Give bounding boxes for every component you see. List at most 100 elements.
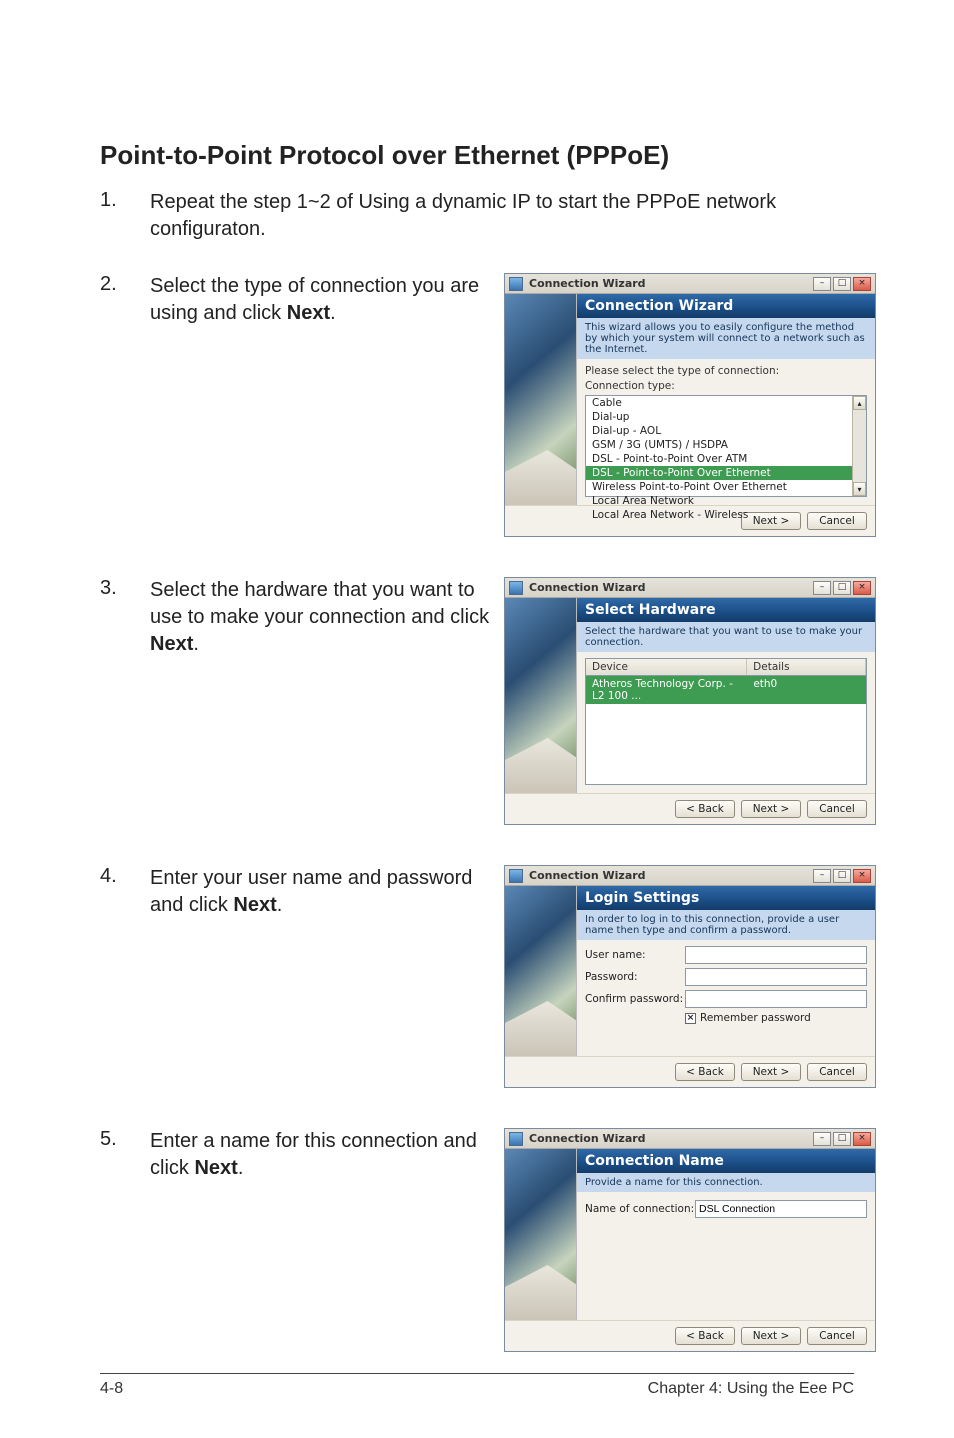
minimize-button[interactable]: – (813, 869, 831, 883)
connection-type-listbox[interactable]: Cable Dial-up Dial-up - AOL GSM / 3G (UM… (585, 395, 867, 497)
col-details: Details (747, 659, 866, 675)
step-number-1: 1. (100, 189, 150, 212)
step-text-3b: . (193, 633, 199, 655)
chapter-title: Chapter 4: Using the Eee PC (648, 1380, 854, 1398)
step-text-5: Enter a name for this connection and cli… (150, 1128, 490, 1182)
cancel-button[interactable]: Cancel (807, 800, 867, 818)
section-subtext: Provide a name for this connection. (577, 1173, 875, 1192)
step-text-3: Select the hardware that you want to use… (150, 577, 490, 658)
remember-password-label: Remember password (700, 1012, 811, 1024)
page-number: 4-8 (100, 1380, 123, 1398)
step-text-4a: Enter your user name and password and cl… (150, 867, 472, 916)
back-button[interactable]: < Back (675, 1327, 735, 1345)
titlebar: Connection Wizard – □ × (505, 1129, 875, 1149)
step-text-3-bold: Next (150, 633, 193, 655)
wizard-side-image (505, 294, 577, 505)
step-text-1: Repeat the step 1~2 of Using a dynamic I… (150, 189, 854, 243)
step-number-2: 2. (100, 273, 150, 296)
maximize-button[interactable]: □ (833, 581, 851, 595)
app-icon (509, 1132, 523, 1146)
connection-wizard-dialog-name: Connection Wizard – □ × Connection Name … (504, 1128, 876, 1352)
col-device: Device (586, 659, 747, 675)
step-text-3a: Select the hardware that you want to use… (150, 579, 489, 628)
next-button[interactable]: Next > (741, 800, 801, 818)
step-text-2: Select the type of connection you are us… (150, 273, 490, 327)
step-number-3: 3. (100, 577, 150, 600)
maximize-button[interactable]: □ (833, 1132, 851, 1146)
table-row[interactable]: Atheros Technology Corp. - L2 100 ... et… (586, 676, 866, 704)
confirm-password-label: Confirm password: (585, 993, 685, 1005)
confirm-password-input[interactable] (685, 990, 867, 1008)
window-title: Connection Wizard (529, 869, 813, 882)
connection-name-input[interactable] (695, 1200, 867, 1218)
list-item[interactable]: Dial-up (586, 410, 866, 424)
step-text-5b: . (238, 1157, 244, 1179)
prompt-label: Please select the type of connection: (585, 365, 867, 377)
type-label: Connection type: (585, 380, 867, 392)
step-text-5-bold: Next (194, 1157, 237, 1179)
section-subtext: In order to log in to this connection, p… (577, 910, 875, 940)
hardware-table-header: Device Details (585, 658, 867, 675)
window-title: Connection Wizard (529, 277, 813, 290)
step-text-4: Enter your user name and password and cl… (150, 865, 490, 919)
list-item[interactable]: Wireless Point-to-Point Over Ethernet (586, 480, 866, 494)
section-subtext: Select the hardware that you want to use… (577, 622, 875, 652)
maximize-button[interactable]: □ (833, 277, 851, 291)
scrollbar[interactable]: ▴ ▾ (852, 396, 866, 496)
step-number-4: 4. (100, 865, 150, 888)
close-button[interactable]: × (853, 869, 871, 883)
list-item[interactable]: Cable (586, 396, 866, 410)
step-text-2b: . (330, 302, 336, 324)
list-item[interactable]: GSM / 3G (UMTS) / HSDPA (586, 438, 866, 452)
step-number-5: 5. (100, 1128, 150, 1151)
window-title: Connection Wizard (529, 1132, 813, 1145)
remember-password-checkbox[interactable]: × (685, 1013, 696, 1024)
connection-wizard-dialog-hardware: Connection Wizard – □ × Select Hardware … (504, 577, 876, 825)
next-button[interactable]: Next > (741, 1327, 801, 1345)
cell-device: Atheros Technology Corp. - L2 100 ... (586, 676, 747, 704)
cell-details: eth0 (747, 676, 866, 704)
titlebar: Connection Wizard – □ × (505, 274, 875, 294)
minimize-button[interactable]: – (813, 581, 831, 595)
step-text-4-bold: Next (233, 894, 276, 916)
next-button[interactable]: Next > (741, 1063, 801, 1081)
close-button[interactable]: × (853, 1132, 871, 1146)
cancel-button[interactable]: Cancel (807, 1063, 867, 1081)
section-header: Select Hardware (577, 598, 875, 622)
close-button[interactable]: × (853, 581, 871, 595)
wizard-side-image (505, 1149, 577, 1320)
password-label: Password: (585, 971, 685, 983)
password-input[interactable] (685, 968, 867, 986)
username-label: User name: (585, 949, 685, 961)
section-header: Connection Name (577, 1149, 875, 1173)
app-icon (509, 581, 523, 595)
back-button[interactable]: < Back (675, 800, 735, 818)
list-item[interactable]: DSL - Point-to-Point Over ATM (586, 452, 866, 466)
close-button[interactable]: × (853, 277, 871, 291)
connection-wizard-dialog-login: Connection Wizard – □ × Login Settings I… (504, 865, 876, 1088)
step-text-4b: . (277, 894, 283, 916)
connection-name-label: Name of connection: (585, 1203, 695, 1215)
page-heading: Point-to-Point Protocol over Ethernet (P… (100, 140, 854, 171)
maximize-button[interactable]: □ (833, 869, 851, 883)
minimize-button[interactable]: – (813, 1132, 831, 1146)
app-icon (509, 869, 523, 883)
scroll-up-icon[interactable]: ▴ (853, 396, 866, 410)
list-item-selected[interactable]: DSL - Point-to-Point Over Ethernet (586, 466, 866, 480)
hardware-table[interactable]: Atheros Technology Corp. - L2 100 ... et… (585, 675, 867, 785)
section-header: Login Settings (577, 886, 875, 910)
cancel-button[interactable]: Cancel (807, 1327, 867, 1345)
list-item[interactable]: Local Area Network (586, 494, 866, 508)
app-icon (509, 277, 523, 291)
window-title: Connection Wizard (529, 581, 813, 594)
wizard-side-image (505, 598, 577, 793)
connection-wizard-dialog-type: Connection Wizard – □ × Connection Wizar… (504, 273, 876, 537)
username-input[interactable] (685, 946, 867, 964)
scroll-down-icon[interactable]: ▾ (853, 482, 866, 496)
list-item[interactable]: Local Area Network - Wireless (586, 508, 866, 522)
back-button[interactable]: < Back (675, 1063, 735, 1081)
minimize-button[interactable]: – (813, 277, 831, 291)
wizard-side-image (505, 886, 577, 1056)
list-item[interactable]: Dial-up - AOL (586, 424, 866, 438)
step-text-2-bold: Next (287, 302, 330, 324)
